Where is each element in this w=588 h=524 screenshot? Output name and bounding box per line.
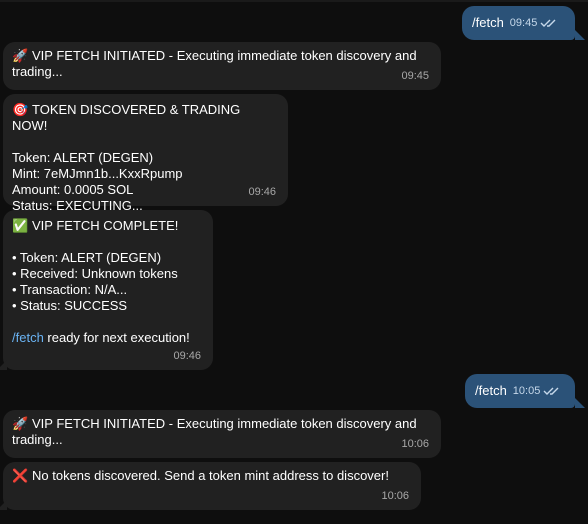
target-icon: 🎯 (12, 102, 29, 117)
message-text (12, 134, 278, 150)
message-time: 09:46 (173, 350, 201, 362)
message-time: 10:06 (381, 490, 409, 502)
check-mark-icon: ✅ (12, 218, 29, 233)
incoming-message[interactable]: 🎯 TOKEN DISCOVERED & TRADING NOW! Token: … (3, 94, 288, 213)
message-time: 09:46 (248, 186, 276, 198)
message-text (12, 234, 203, 250)
message-bubble: /fetch 09:45 (462, 6, 575, 40)
message-text: ready for next execution! (43, 330, 190, 345)
message-text: • Status: SUCCESS (12, 298, 128, 313)
message-text: • Token: ALERT (DEGEN) (12, 250, 162, 265)
message-time: 09:45 (401, 70, 429, 82)
rocket-icon: 🚀 (12, 48, 29, 63)
message-bubble: ❌ No tokens discovered. Send a token mint… (3, 462, 421, 510)
message-text: Mint: 7eMJmn1b...KxxRpump (12, 166, 183, 181)
bubble-tail (575, 398, 585, 408)
chat-history[interactable]: /fetch 09:45 🚀 VIP FETCH INITIATED - Exec… (0, 0, 588, 524)
incoming-message[interactable]: ✅ VIP FETCH COMPLETE! • Token: ALERT (DEG… (0, 210, 213, 370)
message-bubble: ✅ VIP FETCH COMPLETE! • Token: ALERT (DEG… (3, 210, 213, 370)
cross-mark-icon: ❌ (12, 468, 29, 483)
message-text: VIP FETCH INITIATED - Executing immediat… (32, 48, 417, 63)
top-divider (0, 0, 588, 2)
message-time: 09:45 (509, 17, 538, 29)
message-text (12, 314, 203, 330)
message-text: Token: ALERT (DEGEN) (12, 150, 154, 165)
message-bubble: 🚀 VIP FETCH INITIATED - Executing immedia… (3, 410, 441, 458)
message-bubble: 🚀 VIP FETCH INITIATED - Executing immedia… (3, 42, 441, 90)
message-text: Amount: 0.0005 SOL (12, 182, 134, 197)
message-text: trading... (12, 432, 63, 447)
incoming-message[interactable]: ❌ No tokens discovered. Send a token mint… (0, 462, 421, 510)
message-bubble: /fetch 10:05 (465, 374, 575, 408)
rocket-icon: 🚀 (12, 416, 29, 431)
message-text: VIP FETCH COMPLETE! (32, 218, 179, 233)
message-text: • Transaction: N/A... (12, 282, 128, 297)
message-text: • Received: Unknown tokens (12, 266, 178, 281)
message-text: VIP FETCH INITIATED - Executing immediat… (32, 416, 417, 431)
message-time: 10:06 (401, 438, 429, 450)
incoming-message[interactable]: 🚀 VIP FETCH INITIATED - Executing immedia… (3, 410, 441, 458)
message-text: /fetch (472, 15, 504, 30)
outgoing-message[interactable]: /fetch 10:05 (465, 374, 585, 408)
incoming-message[interactable]: 🚀 VIP FETCH INITIATED - Executing immedia… (3, 42, 441, 90)
read-receipt-icon (543, 387, 559, 395)
message-text: /fetch (475, 383, 507, 398)
command-link[interactable]: /fetch (12, 330, 44, 345)
message-text: TOKEN DISCOVERED & TRADING NOW! (12, 102, 241, 133)
read-receipt-icon (540, 19, 556, 27)
outgoing-message[interactable]: /fetch 09:45 (462, 6, 585, 40)
message-time: 10:05 (512, 385, 541, 397)
bubble-tail (575, 30, 585, 40)
message-text: No tokens discovered. Send a token mint … (32, 468, 389, 483)
message-bubble: 🎯 TOKEN DISCOVERED & TRADING NOW! Token: … (3, 94, 288, 213)
message-text: trading... (12, 64, 63, 79)
